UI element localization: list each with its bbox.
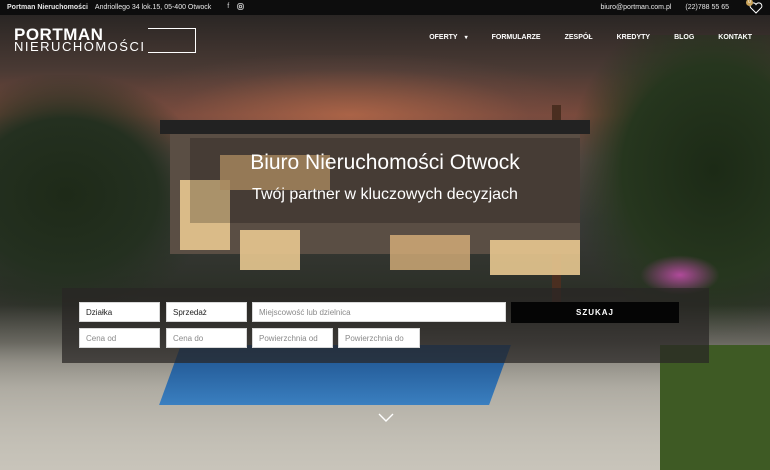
- favorites-count-badge: 0: [746, 0, 753, 6]
- location-input[interactable]: Miejscowość lub dzielnica: [252, 302, 506, 322]
- main-nav: OFERTY ▾ FORMULARZE ZESPÓŁ KREDYTY BLOG K…: [417, 34, 752, 41]
- nav-item-label: KONTAKT: [718, 34, 752, 41]
- facebook-icon[interactable]: f: [227, 3, 229, 12]
- site-logo[interactable]: PORTMAN NIERUCHOMOŚCI: [14, 25, 196, 55]
- area-from-input[interactable]: Powierzchnia od: [252, 328, 333, 348]
- social-links: f: [227, 3, 244, 12]
- chevron-down-icon: ▾: [464, 35, 468, 41]
- house-roof: [160, 120, 590, 134]
- company-address: Andriollego 34 lok.15, 05-400 Otwock: [94, 4, 212, 11]
- nav-item-label: OFERTY: [429, 34, 458, 41]
- nav-item-zespol[interactable]: ZESPÓŁ: [553, 34, 605, 41]
- favorites-heart-icon[interactable]: 0: [746, 0, 763, 14]
- house-window: [390, 235, 470, 270]
- instagram-icon[interactable]: [237, 3, 244, 12]
- nav-item-blog[interactable]: BLOG: [662, 34, 706, 41]
- top-bar-contact: biuro@portman.com.pl (22)788 55 65 0: [600, 0, 763, 14]
- house-window: [240, 230, 300, 270]
- transaction-type-select[interactable]: Sprzedaż: [166, 302, 247, 322]
- hero-subtitle: Twój partner w kluczowych decyzjach: [252, 186, 518, 203]
- top-bar: Portman Nieruchomości Andriollego 34 lok…: [0, 0, 770, 15]
- nav-item-formularze[interactable]: FORMULARZE: [480, 34, 553, 41]
- hero-title: Biuro Nieruchomości Otwock: [250, 151, 520, 174]
- house-window: [490, 240, 580, 275]
- property-type-select[interactable]: Działka: [79, 302, 160, 322]
- nav-item-kontakt[interactable]: KONTAKT: [706, 34, 752, 41]
- hero-background-image: [0, 15, 770, 470]
- nav-item-label: FORMULARZE: [491, 34, 541, 41]
- area-to-input[interactable]: Powierzchnia do: [338, 328, 420, 348]
- company-name: Portman Nieruchomości: [7, 4, 88, 11]
- nav-item-kredyty[interactable]: KREDYTY: [605, 34, 662, 41]
- phone-link[interactable]: (22)788 55 65: [685, 4, 729, 11]
- nav-item-label: KREDYTY: [616, 34, 651, 41]
- price-to-input[interactable]: Cena do: [166, 328, 247, 348]
- logo-line-2: NIERUCHOMOŚCI: [14, 39, 146, 54]
- price-from-input[interactable]: Cena od: [79, 328, 160, 348]
- email-link[interactable]: biuro@portman.com.pl: [600, 4, 671, 11]
- search-panel: [62, 288, 709, 363]
- logo-frame: [148, 28, 196, 53]
- search-button[interactable]: SZUKAJ: [511, 302, 679, 323]
- nav-item-oferty[interactable]: OFERTY ▾: [417, 34, 479, 41]
- nav-item-label: ZESPÓŁ: [564, 34, 593, 41]
- lawn: [660, 345, 770, 470]
- scroll-down-chevron-icon[interactable]: [378, 413, 394, 423]
- nav-item-label: BLOG: [674, 34, 695, 41]
